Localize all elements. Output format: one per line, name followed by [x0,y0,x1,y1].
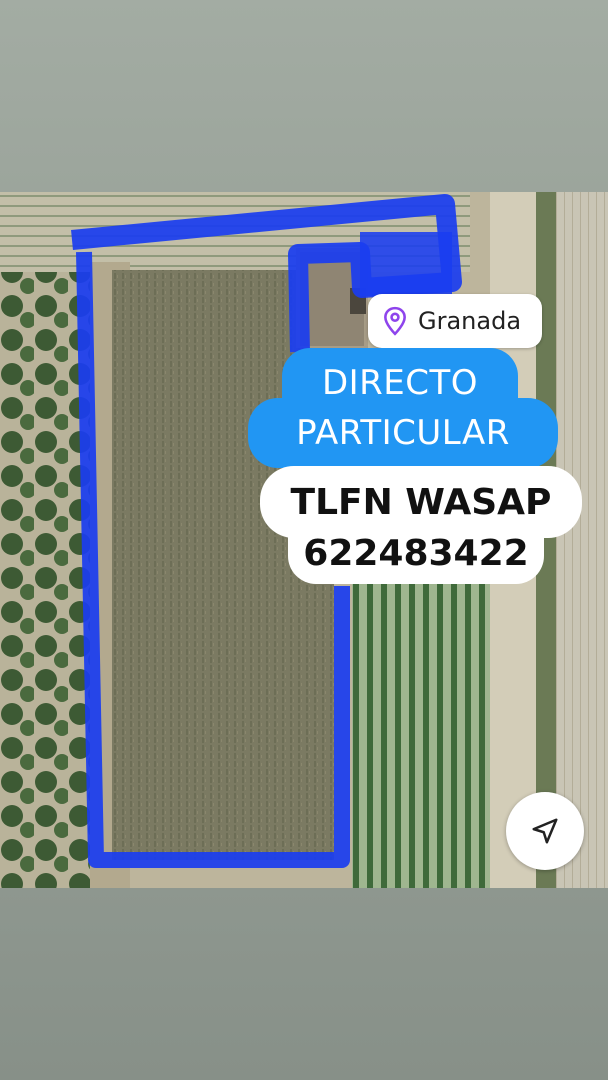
contact-phone[interactable]: 622483422 [288,522,544,584]
navigation-button[interactable] [506,792,584,870]
story-background-top [0,0,608,192]
headline-line-2[interactable]: PARTICULAR [248,398,558,468]
story-background-bottom [0,888,608,1080]
location-label: Granada [418,307,522,335]
map-pin-icon [384,306,406,336]
location-sticker[interactable]: Granada [368,294,542,348]
navigation-arrow-icon [532,818,558,844]
